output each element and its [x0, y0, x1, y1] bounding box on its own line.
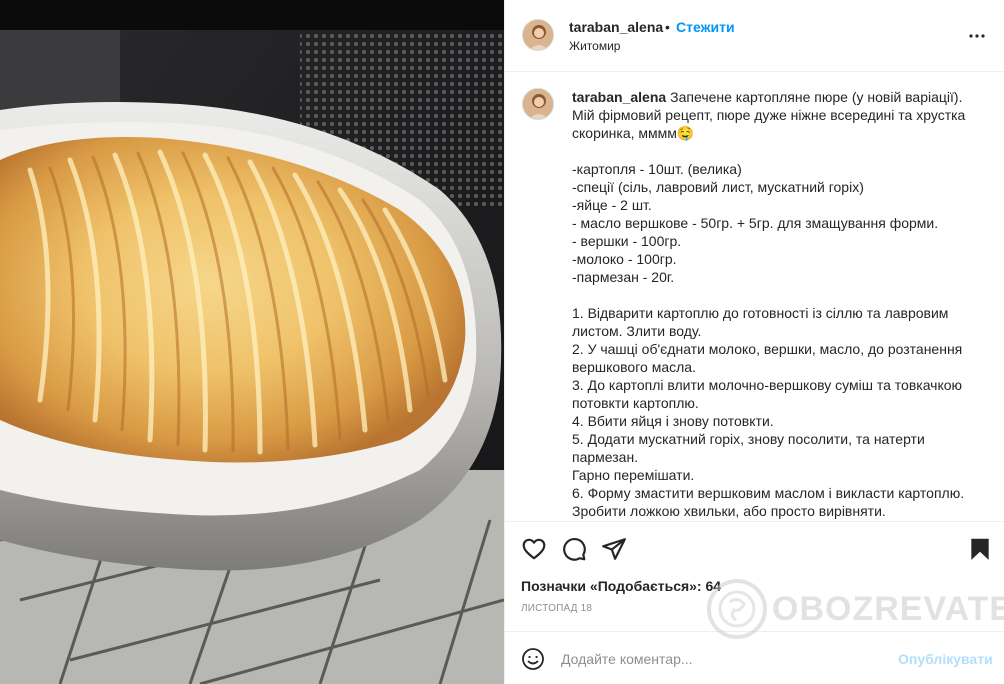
heart-icon[interactable]	[521, 536, 547, 562]
more-horizontal-icon[interactable]	[965, 24, 989, 48]
caption-section: taraban_alena Запечене картопляне пюре (у…	[505, 72, 1004, 521]
post-photo[interactable]	[0, 0, 504, 684]
post-location[interactable]: Житомир	[569, 39, 620, 53]
comment-icon[interactable]	[561, 536, 587, 562]
post-header: taraban_alena • Стежити Житомир	[505, 0, 1004, 72]
baked-potato-dish-image	[0, 0, 504, 684]
add-comment-bar: Опублікувати	[505, 631, 1004, 684]
publish-button[interactable]: Опублікувати	[898, 651, 993, 667]
comment-input[interactable]	[561, 649, 881, 669]
caption-username[interactable]: taraban_alena	[572, 89, 666, 105]
caption-body: Запечене картопляне пюре (у новій варіац…	[572, 89, 966, 519]
likes-count[interactable]: Позначки «Подобається»: 64	[521, 578, 721, 594]
emoji-icon[interactable]	[521, 647, 545, 671]
share-icon[interactable]	[601, 536, 627, 562]
bookmark-icon[interactable]	[967, 536, 993, 562]
caption-text-block: taraban_alena Запечене картопляне пюре (у…	[572, 88, 972, 520]
author-avatar[interactable]	[522, 19, 554, 51]
post-details-panel: taraban_alena • Стежити Житомир taraban_…	[504, 0, 1004, 684]
author-username[interactable]: taraban_alena	[569, 19, 663, 35]
separator-dot: •	[665, 19, 670, 35]
post-actions: Позначки «Подобається»: 64 листопад 18	[505, 521, 1004, 631]
caption-avatar[interactable]	[522, 88, 554, 120]
follow-button[interactable]: Стежити	[676, 19, 735, 35]
post-date[interactable]: листопад 18	[521, 603, 592, 614]
